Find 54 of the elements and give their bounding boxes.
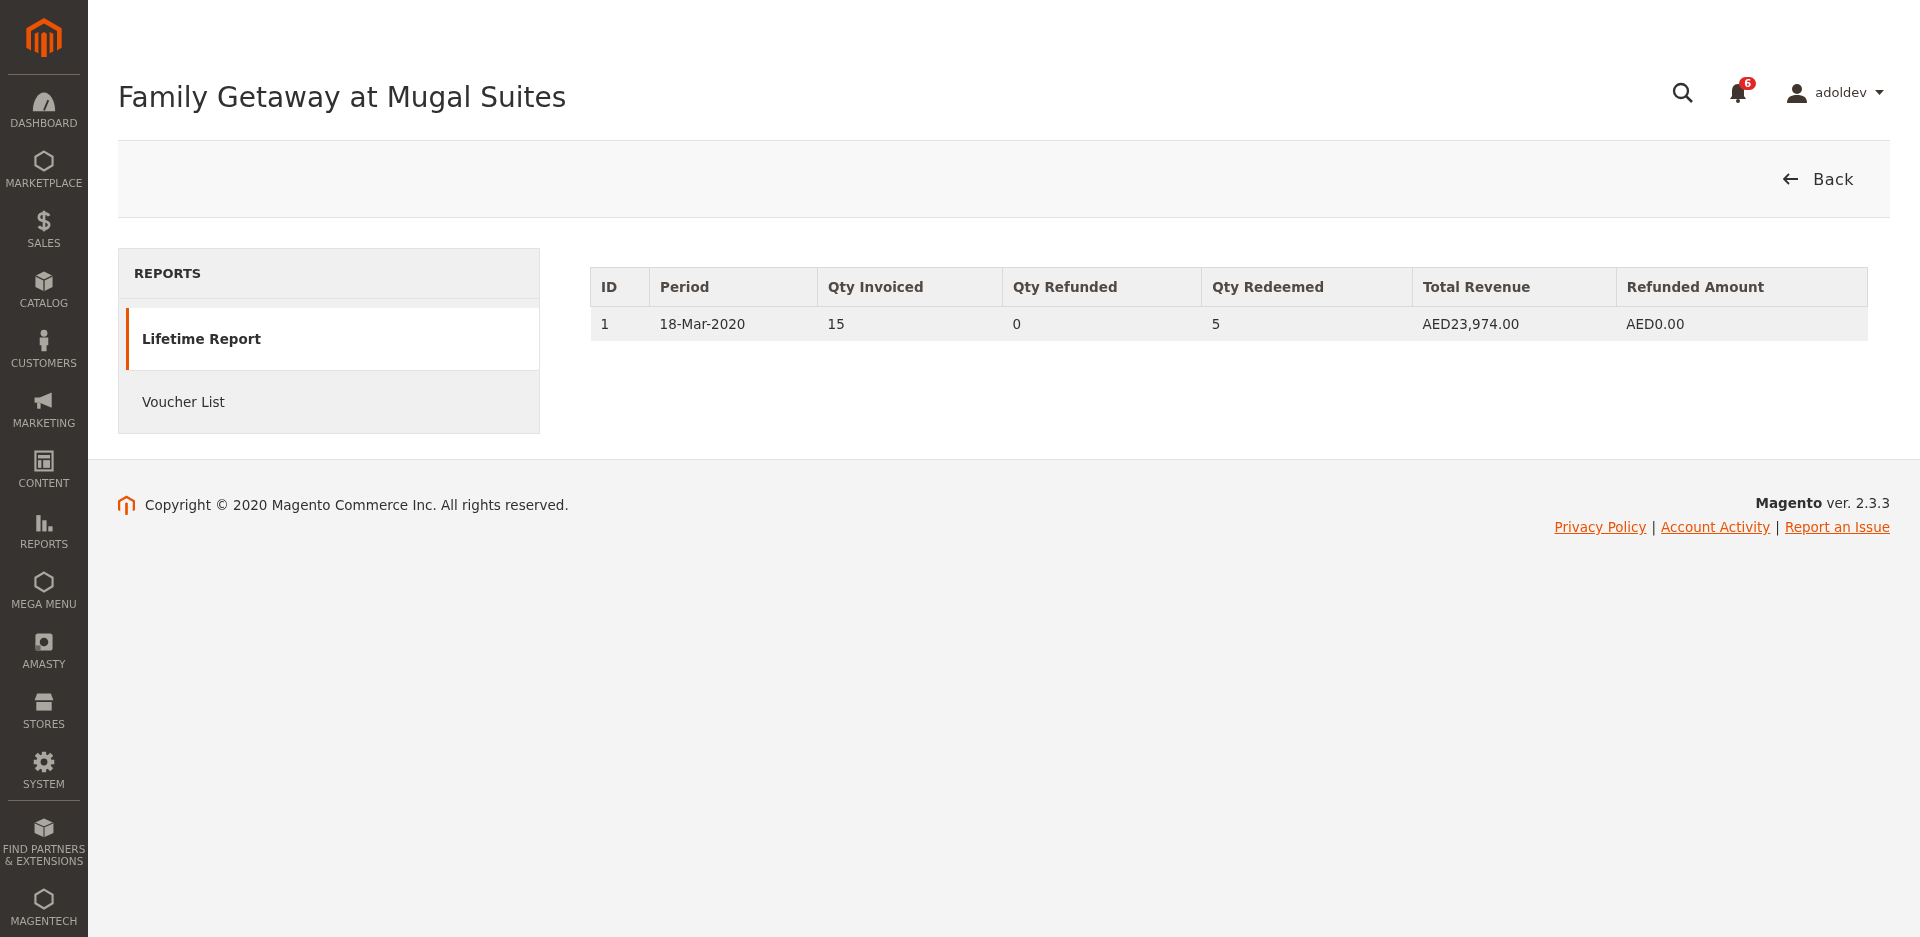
layout-icon [32,449,56,474]
back-button[interactable]: Back [1777,168,1860,190]
panel-title: REPORTS [119,249,539,299]
column-header[interactable]: Qty Refunded [1002,267,1202,307]
gauge-icon [32,89,56,114]
report-tab[interactable]: Lifetime Report [126,308,539,370]
sidebar-item[interactable]: SALES [0,199,88,260]
sidebar-item[interactable]: REPORTS [0,499,88,560]
gear-icon [32,749,56,774]
table-cell: 5 [1201,306,1413,341]
sidebar-item[interactable]: STORES [0,679,88,740]
logo-icon [118,495,135,515]
column-header[interactable]: Period [649,267,818,307]
notification-count: 6 [1739,76,1757,90]
sidebar-item[interactable]: CONTENT [0,439,88,500]
link-separator: | [1775,519,1780,535]
copyright-text: Copyright © 2020 Magento Commerce Inc. All rights reserved. [145,497,569,513]
sidebar-item[interactable]: SYSTEM [0,739,88,800]
sidebar-item[interactable]: MARKETING [0,379,88,440]
user-menu[interactable]: adoldev [1781,81,1890,104]
column-header[interactable]: Total Revenue [1412,267,1617,307]
table-cell: AED0.00 [1616,306,1868,341]
sidebar-item[interactable]: MARKETPLACE [0,139,88,200]
footer-link[interactable]: Privacy Policy [1554,519,1647,535]
hexagon-icon [32,569,56,594]
person-icon [1787,82,1808,103]
table-cell: 18-Mar-2020 [649,306,818,341]
page-title: Family Getaway at Mugal Suites [118,80,568,114]
table-cell: 1 [590,306,650,341]
sidebar-item[interactable]: CATALOG [0,259,88,320]
table-cell: 0 [1002,306,1202,341]
link-separator: | [1651,519,1657,535]
box-icon [32,269,56,294]
column-header[interactable]: Qty Redeemed [1201,267,1413,307]
sidebar-item[interactable]: MAGENTECH [0,876,88,937]
footer-link[interactable]: Report an Issue [1784,519,1890,535]
report-tab[interactable]: Voucher List [126,370,539,433]
logo-icon[interactable] [25,18,63,58]
arrow-left-icon [1783,173,1800,185]
table-cell: 15 [817,306,1003,341]
sidebar-item[interactable]: MEGA MENU [0,559,88,620]
footer-link[interactable]: Account Activity [1661,519,1771,535]
sidebar-item[interactable]: FIND PARTNERS & EXTENSIONS [0,804,88,877]
sidebar-item[interactable]: CUSTOMERS [0,319,88,380]
version-text: Magento ver. 2.3.3 [1755,495,1890,511]
column-header[interactable]: Refunded Amount [1616,267,1868,307]
table-cell: AED23,974.00 [1412,306,1617,341]
sidebar-item[interactable]: AMASTY [0,619,88,680]
column-header[interactable]: ID [590,267,650,307]
sidebar-item[interactable]: DASHBOARD [0,79,88,140]
caret-icon [1875,90,1884,95]
column-header[interactable]: Qty Invoiced [817,267,1003,307]
hexagon-icon [32,886,56,911]
hexagon-icon [32,149,56,174]
